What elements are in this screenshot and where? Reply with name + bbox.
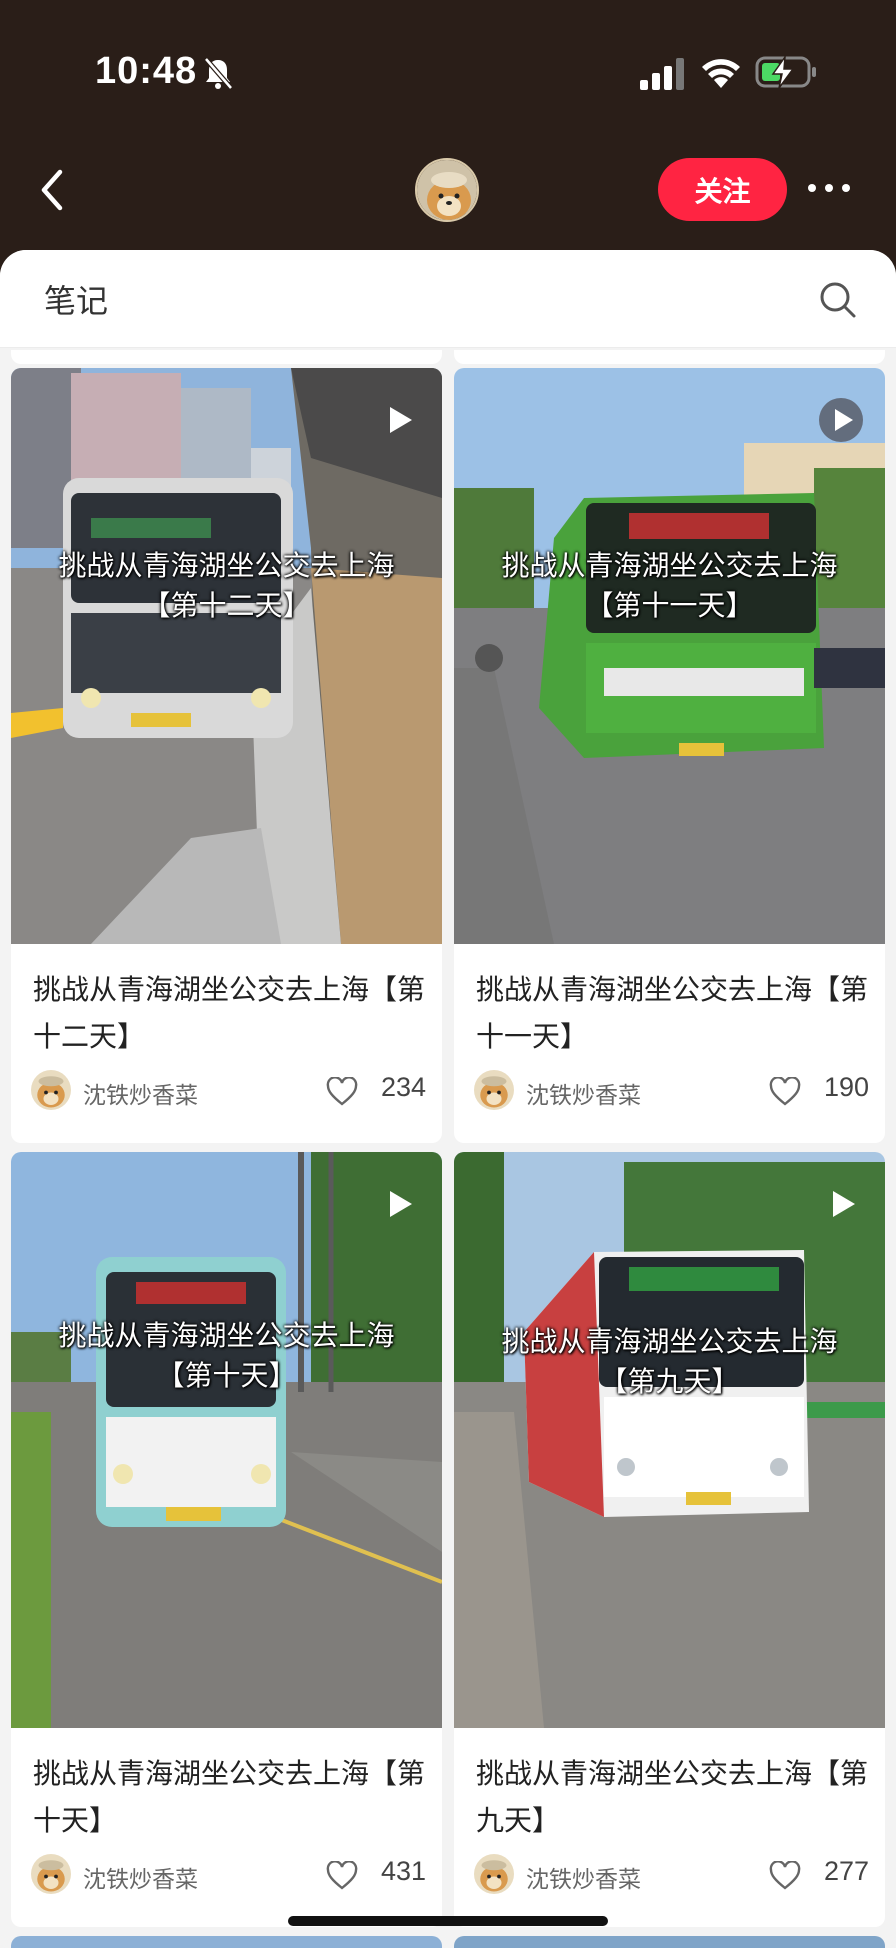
cover-caption-line1: 挑战从青海湖坐公交去上海 [501, 549, 838, 582]
cover-caption-line1: 挑战从青海湖坐公交去上海 [58, 549, 395, 582]
heart-icon[interactable] [769, 1077, 801, 1107]
next-card-edge [11, 1936, 442, 1948]
more-dot [825, 184, 833, 192]
author-name[interactable]: 沈铁炒香菜 [526, 1860, 641, 1894]
card-footer: 沈铁炒香菜 234 [31, 1070, 426, 1114]
bus-photo [454, 1152, 885, 1728]
author-avatar[interactable] [474, 1070, 514, 1110]
author-avatar[interactable] [31, 1854, 71, 1894]
bus-photo [11, 368, 442, 944]
play-icon [833, 1191, 855, 1217]
previous-card-edge [454, 350, 885, 364]
cover-caption-line1: 挑战从青海湖坐公交去上海 [501, 1325, 838, 1358]
dog-avatar-icon [37, 1076, 65, 1108]
note-title[interactable]: 挑战从青海湖坐公交去上海【第十天】 [33, 1750, 433, 1844]
note-cover-image[interactable]: 挑战从青海湖坐公交去上海 【第十二天】 [11, 368, 442, 944]
dog-avatar-icon [417, 160, 477, 220]
card-footer: 沈铁炒香菜 431 [31, 1854, 426, 1898]
like-count: 234 [380, 1072, 426, 1102]
dog-avatar-icon [37, 1860, 65, 1892]
note-cover-image[interactable]: 挑战从青海湖坐公交去上海 【第十一天】 [454, 368, 885, 944]
note-card[interactable]: 挑战从青海湖坐公交去上海 【第九天】 挑战从青海湖坐公交去上海【第九天】 沈铁炒… [454, 1152, 885, 1927]
status-time: 10:48 [95, 50, 198, 92]
author-name[interactable]: 沈铁炒香菜 [526, 1076, 641, 1110]
author-name[interactable]: 沈铁炒香菜 [83, 1860, 198, 1894]
bus-photo [454, 368, 885, 944]
home-indicator[interactable] [288, 1916, 608, 1926]
note-card[interactable]: 挑战从青海湖坐公交去上海 【第十天】 挑战从青海湖坐公交去上海【第十天】 沈铁炒… [11, 1152, 442, 1927]
cover-caption-line2: 【第十天】 [156, 1359, 297, 1392]
like-count: 431 [380, 1856, 426, 1886]
play-icon [390, 407, 412, 433]
like-count: 190 [823, 1072, 869, 1102]
mute-icon [204, 57, 233, 90]
play-icon [819, 398, 863, 442]
note-card[interactable]: 挑战从青海湖坐公交去上海 【第十二天】 挑战从青海湖坐公交去上海【第十二天】 沈… [11, 368, 442, 1143]
sheet-title: 笔记 [44, 282, 109, 320]
wifi-icon [702, 59, 740, 88]
more-button[interactable] [808, 176, 858, 200]
author-avatar[interactable] [31, 1070, 71, 1110]
note-cover-image[interactable]: 挑战从青海湖坐公交去上海 【第十天】 [11, 1152, 442, 1728]
note-title[interactable]: 挑战从青海湖坐公交去上海【第十二天】 [33, 966, 433, 1060]
author-avatar[interactable] [474, 1854, 514, 1894]
note-cover-image[interactable]: 挑战从青海湖坐公交去上海 【第九天】 [454, 1152, 885, 1728]
heart-icon[interactable] [326, 1861, 358, 1891]
note-card[interactable]: 挑战从青海湖坐公交去上海 【第十一天】 挑战从青海湖坐公交去上海【第十一天】 沈… [454, 368, 885, 1143]
card-footer: 沈铁炒香菜 277 [474, 1854, 869, 1898]
card-footer: 沈铁炒香菜 190 [474, 1070, 869, 1114]
heart-icon[interactable] [769, 1861, 801, 1891]
dog-avatar-icon [480, 1076, 508, 1108]
battery-charging-icon [755, 55, 816, 89]
play-icon [390, 1191, 412, 1217]
dog-avatar-icon [480, 1860, 508, 1892]
avatar[interactable] [415, 158, 479, 222]
follow-button[interactable]: 关注 [658, 158, 787, 221]
bus-photo [11, 1152, 442, 1728]
note-title[interactable]: 挑战从青海湖坐公交去上海【第九天】 [476, 1750, 876, 1844]
next-card-edge [454, 1936, 885, 1948]
like-count: 277 [823, 1856, 869, 1886]
cover-caption-line2: 【第九天】 [599, 1365, 740, 1398]
heart-icon[interactable] [326, 1077, 358, 1107]
cover-caption-line1: 挑战从青海湖坐公交去上海 [58, 1319, 395, 1352]
notes-sheet: 笔记 挑战从青海湖坐公交去上海 【第十二天】 挑战从青海湖坐公交去上海【第十二天… [0, 250, 896, 1948]
author-name[interactable]: 沈铁炒香菜 [83, 1076, 198, 1110]
signal-icon [640, 58, 684, 90]
status-bar: 10:48 [0, 0, 896, 140]
more-dot [808, 184, 816, 192]
search-icon[interactable] [818, 280, 858, 320]
cover-caption-line2: 【第十一天】 [585, 589, 754, 622]
more-dot [842, 184, 850, 192]
sheet-header: 笔记 [0, 250, 896, 348]
back-button[interactable] [34, 160, 74, 220]
cover-caption-line2: 【第十二天】 [142, 589, 311, 622]
note-title[interactable]: 挑战从青海湖坐公交去上海【第十一天】 [476, 966, 876, 1060]
previous-card-edge [11, 350, 442, 364]
